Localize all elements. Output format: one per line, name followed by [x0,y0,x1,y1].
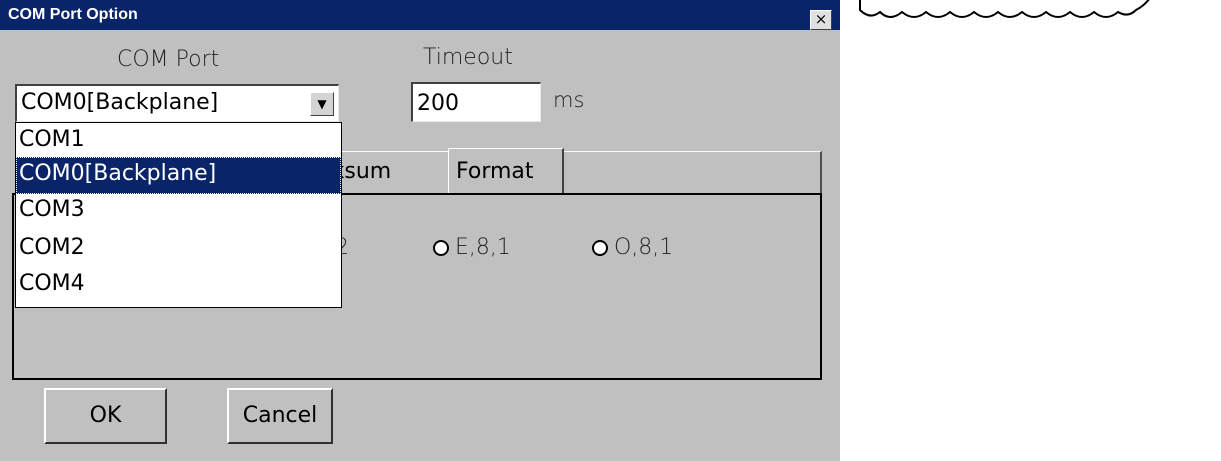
com-port-selected-value: COM0[Backplane] [21,90,219,115]
timeout-input[interactable]: 200 [411,82,541,122]
window-title: COM Port Option [8,6,138,23]
ok-button[interactable]: OK [44,388,167,444]
com-port-dropdown-list[interactable]: COM1 COM0[Backplane] COM3 COM2 COM4 [15,122,342,308]
dropdown-option-com1[interactable]: COM1 [16,123,341,160]
dropdown-option-com2[interactable]: COM2 [16,231,341,268]
dropdown-button[interactable]: ▼ [310,92,334,116]
radio-button-icon[interactable] [592,240,608,256]
radio-label: O,8,1 [614,235,674,260]
close-icon: × [814,10,828,28]
close-button[interactable]: × [810,10,832,30]
title-bar[interactable]: COM Port Option × [0,0,840,30]
dropdown-option-com3[interactable]: COM3 [16,193,341,230]
chevron-down-icon: ▼ [317,97,327,111]
speech-bubble-edge [859,0,1150,18]
radio-label: E,8,1 [455,235,511,260]
dropdown-option-com0-backplane[interactable]: COM0[Backplane] [16,157,341,194]
radio-button-icon[interactable] [433,240,449,256]
cancel-button[interactable]: Cancel [227,388,333,444]
com-port-option-dialog: COM Port Option × COM Port Timeout COM0[… [0,0,840,461]
timeout-label: Timeout [423,45,513,70]
com-port-label: COM Port [117,47,220,72]
com-port-select[interactable]: COM0[Backplane] ▼ [15,84,339,122]
timeout-value: 200 [417,91,459,116]
tab-format[interactable]: Format [448,148,564,196]
timeout-unit: ms [553,88,585,112]
dropdown-option-com4[interactable]: COM4 [16,267,341,304]
